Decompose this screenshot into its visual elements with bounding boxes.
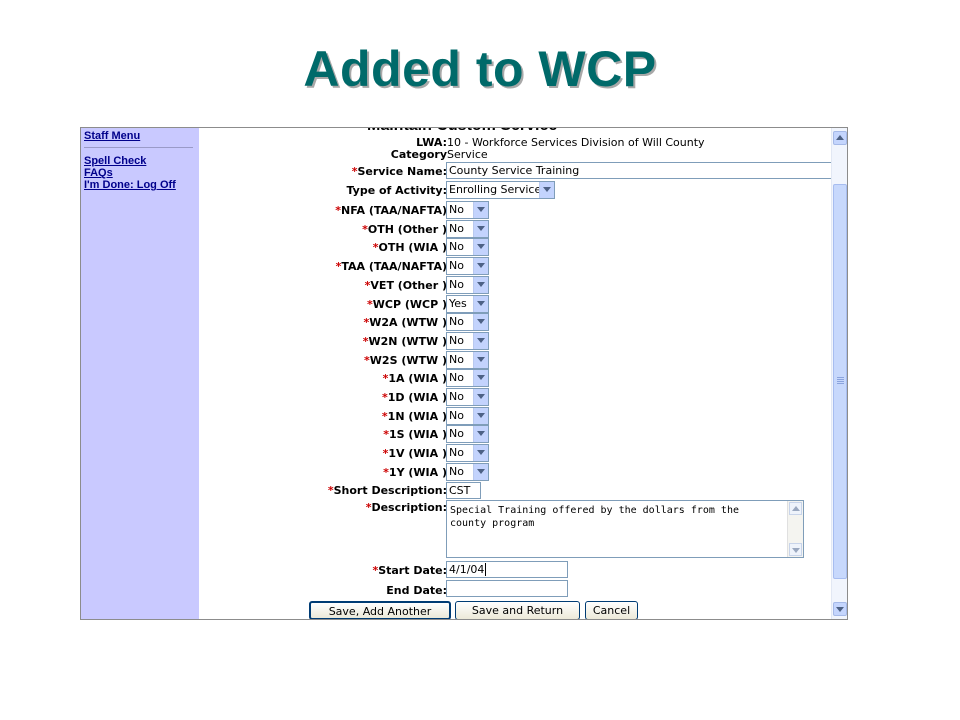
funding-select-1d-wia[interactable]: No [446, 388, 489, 406]
funding-value: No [449, 409, 464, 422]
chevron-down-icon[interactable] [473, 408, 488, 424]
funding-select-oth-wia[interactable]: No [446, 238, 489, 256]
start-date-input[interactable]: 4/1/04 [446, 561, 568, 578]
funding-select-w2a-wtw[interactable]: No [446, 313, 489, 331]
end-date-input[interactable] [446, 580, 568, 597]
chevron-down-icon[interactable] [473, 464, 488, 480]
arrow-up-icon[interactable] [833, 131, 847, 145]
funding-value: No [449, 446, 464, 459]
funding-label-1s-wia: *1S (WIA ) [383, 428, 447, 441]
funding-label-oth-wia: *OTH (WIA ) [372, 241, 447, 254]
funding-value: No [449, 315, 464, 328]
chevron-down-icon[interactable] [473, 426, 488, 442]
service-name-input[interactable]: County Service Training [446, 162, 847, 179]
funding-label-1a-wia: *1A (WIA ) [382, 372, 447, 385]
save-and-return-button[interactable]: Save and Return [455, 601, 580, 619]
faqs-link[interactable]: FAQs [81, 167, 199, 179]
funding-label-1v-wia: *1V (WIA ) [382, 447, 447, 460]
arrow-down-icon[interactable] [833, 602, 847, 616]
activity-type-select[interactable]: Enrolling Service [446, 181, 555, 199]
funding-value: No [449, 353, 464, 366]
funding-select-taa-taa-nafta[interactable]: No [446, 257, 489, 275]
funding-label-oth-other: *OTH (Other ) [362, 223, 447, 236]
chevron-down-icon[interactable] [539, 182, 554, 198]
funding-value: No [449, 371, 464, 384]
chevron-down-icon[interactable] [473, 314, 488, 330]
log-off-link[interactable]: I'm Done: Log Off [81, 179, 199, 191]
end-date-label: End Date: [386, 584, 447, 597]
funding-label-w2s-wtw: *W2S (WTW ) [364, 354, 447, 367]
service-name-label: *Service Name: [351, 165, 447, 178]
funding-label-1n-wia: *1N (WIA ) [381, 410, 447, 423]
chevron-down-icon[interactable] [473, 370, 488, 386]
funding-label-wcp-wcp: *WCP (WCP ) [366, 298, 447, 311]
funding-select-wcp-wcp[interactable]: Yes [446, 295, 489, 313]
funding-value: No [449, 259, 464, 272]
spell-check-link[interactable]: Spell Check [81, 155, 199, 167]
short-description-input[interactable]: CST [446, 482, 481, 499]
chevron-down-icon[interactable] [473, 202, 488, 218]
chevron-down-icon[interactable] [473, 258, 488, 274]
chevron-down-icon[interactable] [473, 389, 488, 405]
funding-value: No [449, 203, 464, 216]
description-text: Special Training offered by the dollars … [450, 505, 739, 529]
chevron-down-icon[interactable] [473, 239, 488, 255]
cancel-button[interactable]: Cancel [585, 601, 638, 619]
arrow-down-icon[interactable] [789, 543, 802, 556]
funding-select-vet-other[interactable]: No [446, 276, 489, 294]
short-description-label: *Short Description: [327, 484, 447, 497]
funding-label-w2n-wtw: *W2N (WTW ) [362, 335, 447, 348]
funding-select-nfa-taa-nafta[interactable]: No [446, 201, 489, 219]
category-value: Service [447, 148, 488, 161]
funding-select-1n-wia[interactable]: No [446, 407, 489, 425]
funding-label-vet-other: *VET (Other ) [364, 279, 447, 292]
activity-type-label: Type of Activity: [346, 184, 447, 197]
staff-menu-link[interactable]: Staff Menu [81, 130, 199, 142]
funding-label-1y-wia: *1Y (WIA ) [383, 466, 447, 479]
description-scrollbar[interactable] [787, 501, 803, 557]
chevron-down-icon[interactable] [473, 352, 488, 368]
start-date-label: *Start Date: [372, 564, 447, 577]
category-label: Category [390, 148, 447, 161]
funding-value: No [449, 465, 464, 478]
funding-value: No [449, 240, 464, 253]
page-heading: Maintain Custom Service [367, 128, 557, 135]
funding-select-1v-wia[interactable]: No [446, 444, 489, 462]
chevron-down-icon[interactable] [473, 296, 488, 312]
activity-type-value: Enrolling Service [449, 183, 542, 196]
browser-frame: Staff Menu Spell Check FAQs I'm Done: Lo… [80, 127, 848, 620]
funding-select-oth-other[interactable]: No [446, 220, 489, 238]
slide-title: Added to WCP [303, 41, 657, 97]
funding-label-taa-taa-nafta: *TAA (TAA/NAFTA) [335, 260, 447, 273]
funding-value: No [449, 390, 464, 403]
funding-select-w2n-wtw[interactable]: No [446, 332, 489, 350]
funding-value: No [449, 334, 464, 347]
funding-value: No [449, 222, 464, 235]
funding-value: No [449, 278, 464, 291]
funding-label-w2a-wtw: *W2A (WTW ) [363, 316, 447, 329]
funding-select-1y-wia[interactable]: No [446, 463, 489, 481]
funding-value: Yes [449, 297, 467, 310]
chevron-down-icon[interactable] [473, 445, 488, 461]
funding-value: No [449, 427, 464, 440]
funding-select-1a-wia[interactable]: No [446, 369, 489, 387]
arrow-up-icon[interactable] [789, 502, 802, 515]
scroll-thumb[interactable] [833, 184, 847, 579]
chevron-down-icon[interactable] [473, 277, 488, 293]
funding-label-1d-wia: *1D (WIA ) [381, 391, 447, 404]
funding-select-1s-wia[interactable]: No [446, 425, 489, 443]
chevron-down-icon[interactable] [473, 221, 488, 237]
funding-select-w2s-wtw[interactable]: No [446, 351, 489, 369]
description-textarea[interactable]: Special Training offered by the dollars … [446, 500, 804, 558]
funding-label-nfa-taa-nafta: *NFA (TAA/NAFTA) [335, 204, 447, 217]
description-label: *Description: [365, 501, 447, 514]
chevron-down-icon[interactable] [473, 333, 488, 349]
main-content: Maintain Custom Service LWA: 10 - Workfo… [199, 128, 847, 619]
sidebar-divider [84, 147, 193, 148]
page-scrollbar[interactable] [831, 128, 847, 619]
sidebar: Staff Menu Spell Check FAQs I'm Done: Lo… [81, 128, 199, 619]
save-add-another-button[interactable]: Save, Add Another [309, 601, 451, 619]
